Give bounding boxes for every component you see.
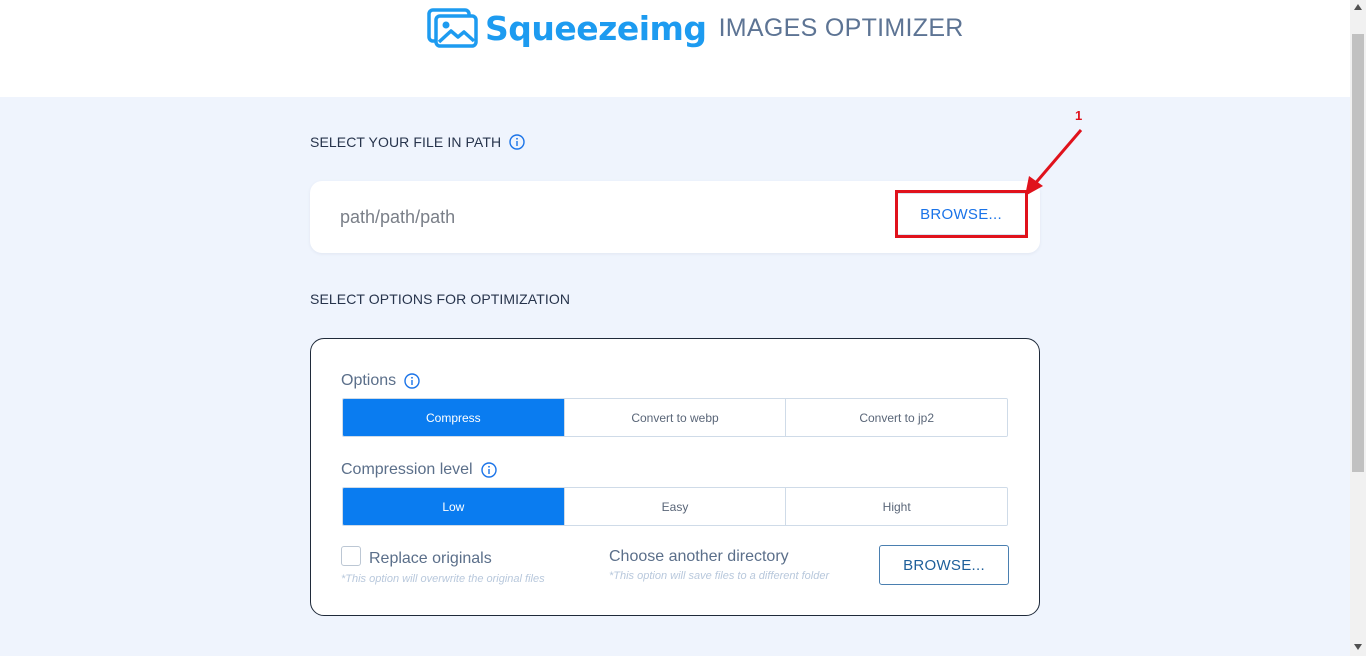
- scroll-down-icon[interactable]: [1353, 642, 1363, 652]
- image-icon: [427, 8, 478, 48]
- compression-level-label: Compression level: [341, 461, 497, 479]
- brand-name: Squeezeimg: [485, 8, 707, 48]
- browse-file-button[interactable]: BROWSE...: [896, 193, 1026, 235]
- file-path-input[interactable]: path/path/path: [340, 207, 455, 228]
- file-section-title: SELECT YOUR FILE IN PATH: [310, 134, 525, 150]
- replace-originals-hint: *This option will overwrite the original…: [341, 573, 545, 585]
- main-content: SELECT YOUR FILE IN PATH path/path/path …: [0, 97, 1350, 656]
- option-convert-webp[interactable]: Convert to webp: [563, 399, 786, 436]
- scrollbar-thumb[interactable]: [1352, 34, 1364, 472]
- browse-directory-button[interactable]: BROWSE...: [879, 545, 1009, 585]
- replace-originals-checkbox[interactable]: [341, 546, 361, 566]
- options-card: Options Compress Convert to webp Convert…: [310, 338, 1040, 616]
- option-convert-jp2[interactable]: Convert to jp2: [785, 399, 1007, 436]
- scroll-up-icon[interactable]: [1353, 2, 1363, 12]
- info-icon[interactable]: [480, 462, 497, 478]
- level-hight[interactable]: Hight: [785, 488, 1007, 525]
- annotation-arrow-icon: [1025, 129, 1083, 196]
- page-header: Squeezeimg IMAGES OPTIMIZER: [0, 0, 1350, 97]
- level-low[interactable]: Low: [343, 488, 564, 525]
- directory-label: Choose another directory: [609, 548, 789, 565]
- options-label: Options: [341, 372, 420, 390]
- option-compress[interactable]: Compress: [343, 399, 564, 436]
- info-icon[interactable]: [509, 134, 525, 150]
- brand-subtitle: IMAGES OPTIMIZER: [718, 13, 964, 42]
- info-icon[interactable]: [404, 373, 420, 389]
- compression-segmented-control: Low Easy Hight: [342, 487, 1008, 526]
- level-easy[interactable]: Easy: [563, 488, 786, 525]
- logo[interactable]: Squeezeimg IMAGES OPTIMIZER: [427, 8, 964, 48]
- options-section-title: SELECT OPTIONS FOR OPTIMIZATION: [310, 291, 571, 307]
- replace-originals-label: Replace originals: [369, 550, 492, 567]
- options-segmented-control: Compress Convert to webp Convert to jp2: [342, 398, 1008, 437]
- directory-hint: *This option will save files to a differ…: [609, 570, 830, 582]
- file-path-card: path/path/path BROWSE...: [310, 181, 1040, 253]
